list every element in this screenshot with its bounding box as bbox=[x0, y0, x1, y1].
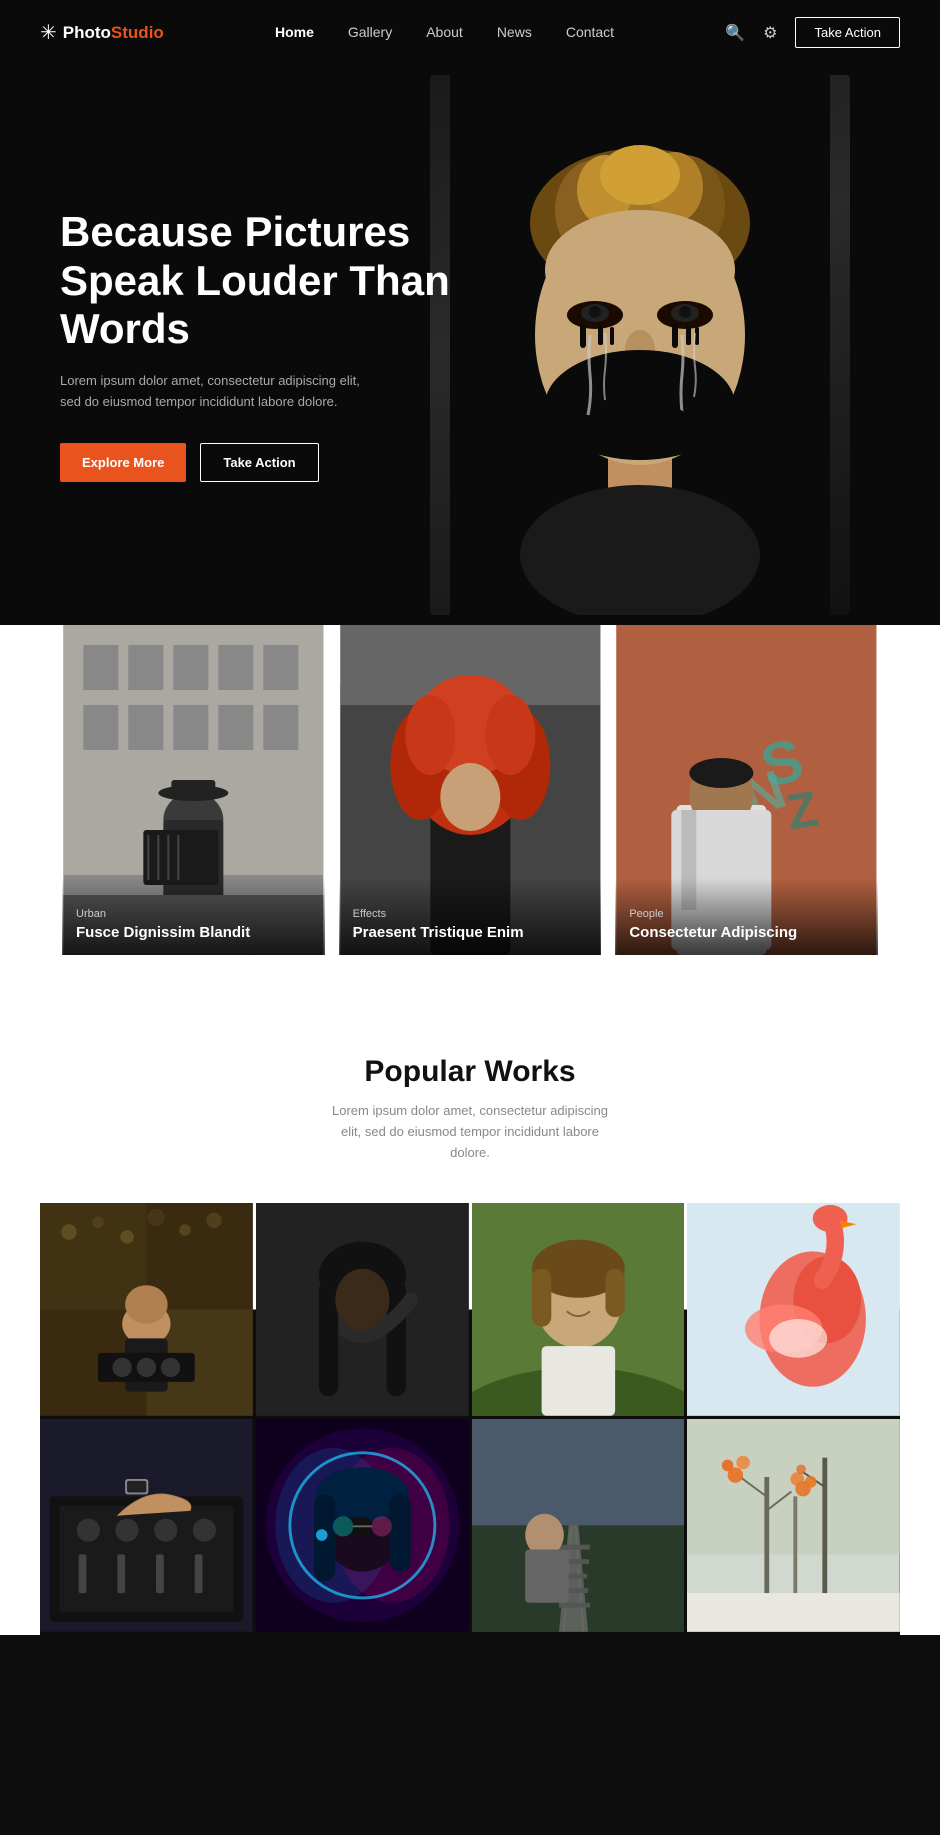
gallery-strip: Urban Fusce Dignissim Blandit bbox=[0, 625, 940, 955]
gallery-card-overlay-3: People Consectetur Adipiscing bbox=[615, 878, 878, 955]
nav-link-home[interactable]: Home bbox=[275, 24, 314, 40]
bottom-dark-section bbox=[0, 1635, 940, 1835]
gallery-grid bbox=[40, 1203, 900, 1635]
gallery-card-overlay-1: Urban Fusce Dignissim Blandit bbox=[62, 878, 325, 955]
grid-row-1 bbox=[40, 1203, 900, 1416]
grid-image-2 bbox=[256, 1203, 469, 1416]
hero-section: Because Pictures Speak Louder Than Words… bbox=[0, 65, 940, 625]
logo-icon: ✳ bbox=[40, 20, 57, 45]
grid-image-4 bbox=[687, 1203, 900, 1416]
logo-text: PhotoStudio bbox=[63, 23, 164, 43]
nav-links: Home Gallery About News Contact bbox=[275, 24, 614, 42]
take-action-button[interactable]: Take Action bbox=[200, 443, 318, 482]
popular-works-title: Popular Works bbox=[40, 1055, 900, 1089]
gallery-card-title-3: Consectetur Adipiscing bbox=[629, 924, 864, 941]
settings-icon[interactable]: ⚙ bbox=[763, 23, 777, 43]
gallery-card-category-2: Effects bbox=[353, 908, 588, 920]
gallery-strip-wrapper: Urban Fusce Dignissim Blandit bbox=[0, 625, 940, 955]
hero-photo bbox=[430, 75, 850, 615]
hero-buttons: Explore More Take Action bbox=[60, 443, 480, 482]
grid-image-3 bbox=[472, 1203, 685, 1416]
hero-description: Lorem ipsum dolor amet, consectetur adip… bbox=[60, 371, 370, 413]
gallery-card-overlay-2: Effects Praesent Tristique Enim bbox=[339, 878, 602, 955]
popular-works-section: Popular Works Lorem ipsum dolor amet, co… bbox=[0, 995, 940, 1635]
nav-cta-button[interactable]: Take Action bbox=[795, 17, 900, 48]
popular-works-description: Lorem ipsum dolor amet, consectetur adip… bbox=[330, 1101, 610, 1163]
gallery-card-category-1: Urban bbox=[76, 908, 311, 920]
nav-right: 🔍 ⚙ Take Action bbox=[725, 17, 900, 48]
search-icon[interactable]: 🔍 bbox=[725, 23, 745, 43]
grid-item-1[interactable] bbox=[40, 1203, 253, 1416]
gallery-card-title-1: Fusce Dignissim Blandit bbox=[76, 924, 311, 941]
gallery-card-3[interactable]: S Z N People Consectetur Adipiscing bbox=[615, 625, 878, 955]
gallery-card-category-3: People bbox=[629, 908, 864, 920]
hero-content: Because Pictures Speak Louder Than Words… bbox=[60, 208, 480, 481]
nav-link-about[interactable]: About bbox=[426, 24, 463, 40]
navbar: ✳ PhotoStudio Home Gallery About News Co… bbox=[0, 0, 940, 65]
logo[interactable]: ✳ PhotoStudio bbox=[40, 20, 164, 45]
section-gap-1 bbox=[0, 955, 940, 995]
gallery-card-1[interactable]: Urban Fusce Dignissim Blandit bbox=[62, 625, 325, 955]
grid-item-3[interactable] bbox=[472, 1203, 685, 1416]
explore-more-button[interactable]: Explore More bbox=[60, 443, 186, 482]
section-header: Popular Works Lorem ipsum dolor amet, co… bbox=[40, 1055, 900, 1163]
nav-link-contact[interactable]: Contact bbox=[566, 24, 614, 40]
nav-link-gallery[interactable]: Gallery bbox=[348, 24, 392, 40]
gallery-card-title-2: Praesent Tristique Enim bbox=[353, 924, 588, 941]
hero-portrait-svg bbox=[450, 75, 830, 615]
gallery-card-2[interactable]: Effects Praesent Tristique Enim bbox=[339, 625, 602, 955]
grid-image-1 bbox=[40, 1203, 253, 1416]
nav-link-news[interactable]: News bbox=[497, 24, 532, 40]
grid-item-4[interactable] bbox=[687, 1203, 900, 1416]
grid-item-2[interactable] bbox=[256, 1203, 469, 1416]
hero-title: Because Pictures Speak Louder Than Words bbox=[60, 208, 480, 353]
